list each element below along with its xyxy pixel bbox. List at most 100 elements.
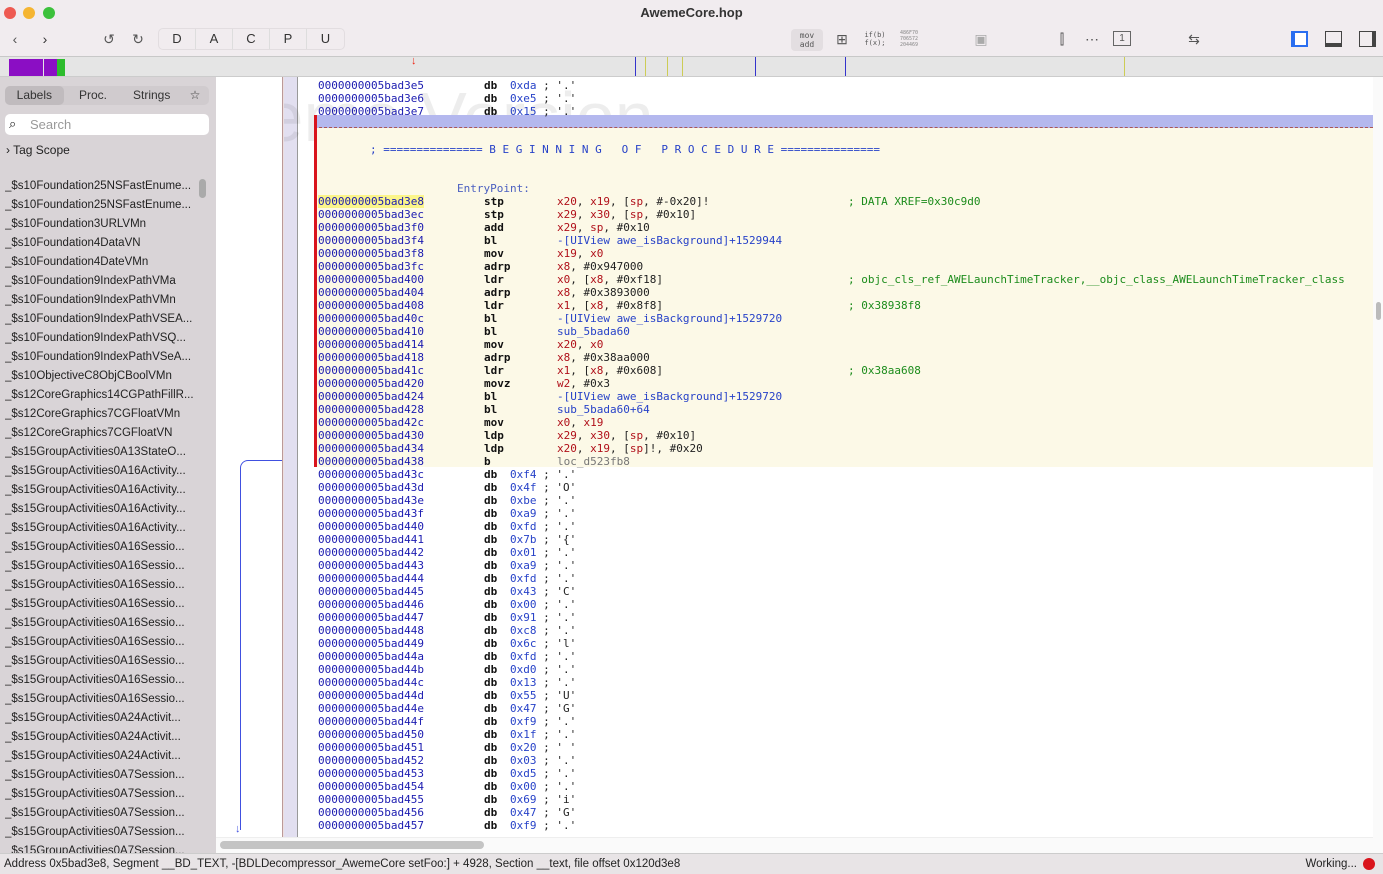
code-row[interactable]: 0000000005bad438 b loc_d523fb8 [318,455,1373,468]
label-list-item[interactable]: _$s12CoreGraphics7CGFloatVN [5,424,195,443]
code-row[interactable]: 0000000005bad3e8 stp x20, x19, [sp, #-0x20… [318,195,1373,208]
sidebar-scrollbar[interactable] [199,179,206,198]
label-list-item[interactable]: _$s15GroupActivities0A24Activit... [5,709,195,728]
code-scrollbar[interactable] [1376,302,1381,320]
code-row[interactable]: 0000000005bad3fc adrp x8, #0x947000 [318,260,1373,273]
code-row[interactable]: 0000000005bad440 db 0xfd ; '.' [318,520,1373,533]
code-row[interactable]: 0000000005bad452 db 0x03 ; '.' [318,754,1373,767]
label-list-item[interactable]: _$s12CoreGraphics14CGPathFillR... [5,386,195,405]
code-row[interactable]: 0000000005bad408 ldr x1, [x8, #0x8f8] ; 0x3… [318,299,1373,312]
forward-icon[interactable]: › [36,29,54,49]
label-list-item[interactable]: _$s15GroupActivities0A7Session... [5,766,195,785]
code-row[interactable]: 0000000005bad457 db 0xf9 ; '.' [318,819,1373,832]
label-list-item[interactable]: _$s10Foundation4DataVN [5,234,195,253]
code-row[interactable]: 0000000005bad42c mov x0, x19 [318,416,1373,429]
code-row[interactable]: 0000000005bad40c bl -[UIView awe_isBackgro… [318,312,1373,325]
label-list-item[interactable]: _$s15GroupActivities0A16Activity... [5,519,195,538]
code-row[interactable]: 0000000005bad43f db 0xa9 ; '.' [318,507,1373,520]
segment-procedure[interactable]: P [270,29,307,49]
code-row[interactable]: 0000000005bad3e7 db 0x15 ; '.' [318,105,1373,118]
label-list-item[interactable]: _$s10Foundation9IndexPathVMn [5,291,195,310]
code-row[interactable]: 0000000005bad449 db 0x6c ; 'l' [318,637,1373,650]
label-list-item[interactable]: _$s15GroupActivities0A7Session... [5,804,195,823]
toggle-left-sidebar-icon[interactable] [1291,31,1308,47]
code-row[interactable]: 0000000005bad3ec stp x29, x30, [sp, #0x10] [318,208,1373,221]
label-list-item[interactable]: _$s15GroupActivities0A16Sessio... [5,671,195,690]
code-row[interactable]: 0000000005bad441 db 0x7b ; '{' [318,533,1373,546]
segment-code[interactable]: C [233,29,270,49]
disassembly-view[interactable]: Demo Version ; =============== B E G I N… [284,77,1373,837]
label-list-item[interactable]: _$s15GroupActivities0A16Sessio... [5,576,195,595]
code-row[interactable]: 0000000005bad44b db 0xd0 ; '.' [318,663,1373,676]
code-row[interactable]: 0000000005bad424 bl -[UIView awe_isBackgro… [318,390,1373,403]
split-horizontal-icon[interactable]: ⋯ [1083,29,1101,49]
tab-strings[interactable]: Strings [122,86,181,105]
code-row[interactable]: 0000000005bad3e5 db 0xda ; '.' [318,79,1373,92]
code-row[interactable]: 0000000005bad43d db 0x4f ; 'O' [318,481,1373,494]
label-list-item[interactable]: _$s15GroupActivities0A16Sessio... [5,633,195,652]
segment-undefined[interactable]: U [307,29,344,49]
code-row[interactable]: 0000000005bad450 db 0x1f ; '.' [318,728,1373,741]
segment-ascii[interactable]: A [196,29,233,49]
code-row[interactable]: 0000000005bad447 db 0x91 ; '.' [318,611,1373,624]
star-icon[interactable]: ☆ [181,86,209,105]
pseudocode-button[interactable]: if(b) f(x); [862,29,888,49]
code-row[interactable]: 0000000005bad43c db 0xf4 ; '.' [318,468,1373,481]
label-list-item[interactable]: _$s10Foundation25NSFastEnume... [5,177,195,196]
code-row[interactable]: 0000000005bad44a db 0xfd ; '.' [318,650,1373,663]
code-row[interactable]: 0000000005bad400 ldr x0, [x8, #0xf18] ; obj… [318,273,1373,286]
undo-icon[interactable]: ↺ [100,29,118,49]
code-row[interactable]: 0000000005bad41c ldr x1, [x8, #0x608] ; 0x3… [318,364,1373,377]
code-row[interactable]: 0000000005bad404 adrp x8, #0x3893000 [318,286,1373,299]
code-row[interactable]: 0000000005bad418 adrp x8, #0x38aa000 [318,351,1373,364]
code-row[interactable]: 0000000005bad430 ldp x29, x30, [sp, #0x10] [318,429,1373,442]
code-row[interactable]: 0000000005bad428 bl sub_5bada60+64 [318,403,1373,416]
split-vertical-icon[interactable]: ⫿ [1053,29,1071,49]
label-list-item[interactable]: _$s10Foundation25NSFastEnume... [5,196,195,215]
tab-procedures[interactable]: Proc. [64,86,123,105]
tab-labels[interactable]: Labels [5,86,64,105]
code-row[interactable]: 0000000005bad44c db 0x13 ; '.' [318,676,1373,689]
code-row[interactable]: 0000000005bad451 db 0x20 ; ' ' [318,741,1373,754]
code-row[interactable]: 0000000005bad442 db 0x01 ; '.' [318,546,1373,559]
segment-data[interactable]: D [159,29,196,49]
code-row[interactable]: 0000000005bad3f4 bl -[UIView awe_isBackgro… [318,234,1373,247]
code-row[interactable]: 0000000005bad44f db 0xf9 ; '.' [318,715,1373,728]
code-row[interactable]: 0000000005bad455 db 0x69 ; 'i' [318,793,1373,806]
toggle-right-sidebar-icon[interactable] [1359,31,1376,47]
label-list-item[interactable]: _$s10ObjectiveC8ObjCBoolVMn [5,367,195,386]
label-list-item[interactable]: _$s15GroupActivities0A16Sessio... [5,652,195,671]
navigation-bar[interactable]: ↓ [0,55,1383,77]
label-list-item[interactable]: _$s12CoreGraphics7CGFloatVMn [5,405,195,424]
label-list-item[interactable]: _$s15GroupActivities0A16Sessio... [5,614,195,633]
code-row[interactable]: 0000000005bad445 db 0x43 ; 'C' [318,585,1373,598]
code-row[interactable]: 0000000005bad44d db 0x55 ; 'U' [318,689,1373,702]
code-row[interactable]: 0000000005bad420 movz w2, #0x3 [318,377,1373,390]
label-list-item[interactable]: _$s10Foundation3URLVMn [5,215,195,234]
code-row[interactable]: 0000000005bad453 db 0xd5 ; '.' [318,767,1373,780]
label-list-item[interactable]: _$s15GroupActivities0A13StateO... [5,443,195,462]
code-row[interactable]: 0000000005bad410 bl sub_5bada60 [318,325,1373,338]
label-list-item[interactable]: _$s10Foundation9IndexPathVSQ... [5,329,195,348]
search-input[interactable]: Search [5,114,209,135]
assembly-mode-button[interactable]: mov add [791,29,823,51]
code-row[interactable]: 0000000005bad456 db 0x47 ; 'G' [318,806,1373,819]
label-list-item[interactable]: _$s15GroupActivities0A16Sessio... [5,538,195,557]
cpu-icon[interactable]: ▣ [971,29,991,49]
tag-scope[interactable]: › Tag Scope [6,143,70,157]
label-list-item[interactable]: _$s15GroupActivities0A16Sessio... [5,690,195,709]
code-row[interactable]: 0000000005bad448 db 0xc8 ; '.' [318,624,1373,637]
label-list-item[interactable]: _$s15GroupActivities0A16Activity... [5,481,195,500]
swap-icon[interactable]: ⇆ [1185,29,1203,49]
label-list-item[interactable]: _$s15GroupActivities0A16Sessio... [5,557,195,576]
label-list-item[interactable]: _$s10Foundation9IndexPathVSeA... [5,348,195,367]
label-list-item[interactable]: _$s15GroupActivities0A24Activit... [5,728,195,747]
redo-icon[interactable]: ↻ [129,29,147,49]
back-icon[interactable]: ‹ [6,29,24,49]
label-list-item[interactable]: _$s10Foundation9IndexPathVMa [5,272,195,291]
code-row[interactable]: 0000000005bad44e db 0x47 ; 'G' [318,702,1373,715]
code-row[interactable]: 0000000005bad446 db 0x00 ; '.' [318,598,1373,611]
cfg-icon[interactable]: ⊞ [832,29,852,49]
horizontal-scrollbar[interactable] [216,837,1373,853]
toggle-bottom-pane-icon[interactable] [1325,31,1342,47]
